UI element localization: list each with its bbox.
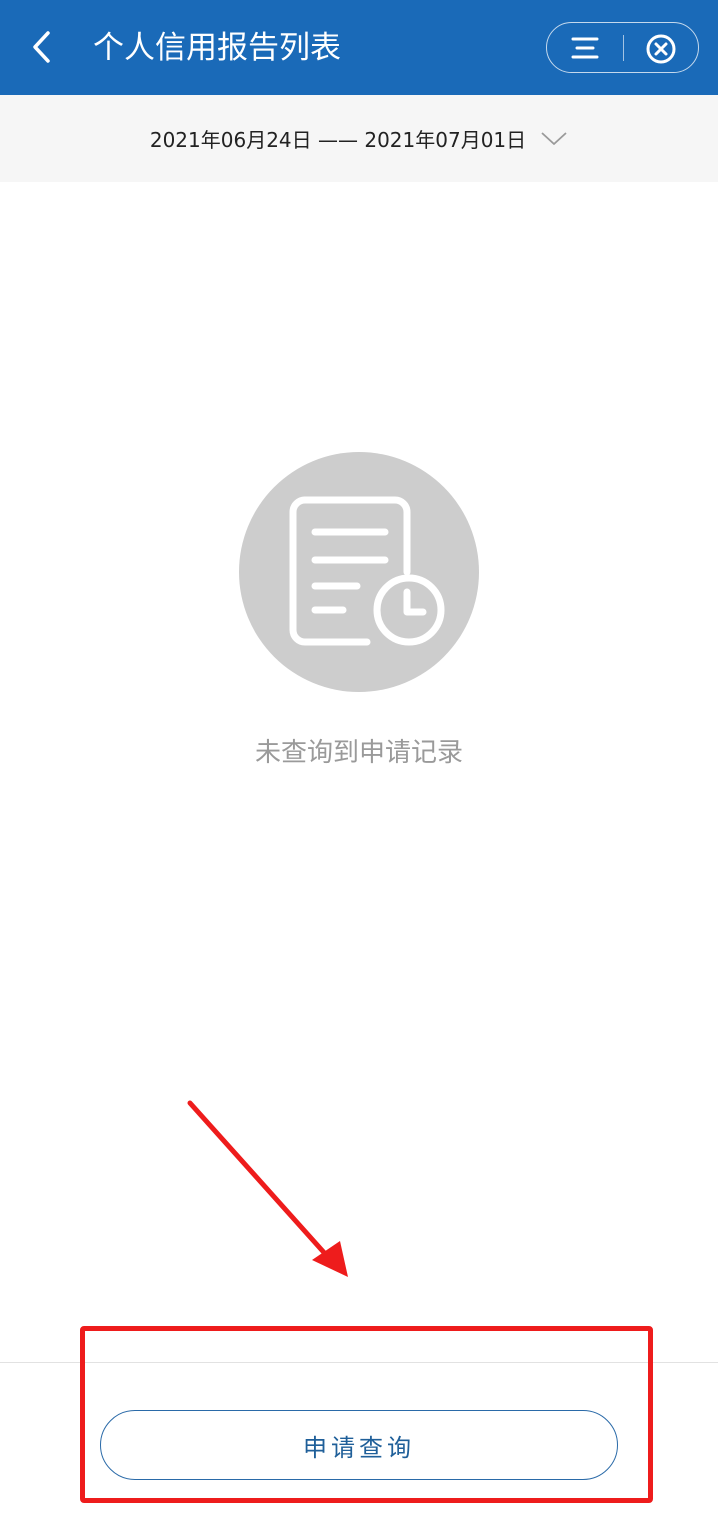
menu-button[interactable] xyxy=(565,32,605,64)
menu-icon xyxy=(571,37,599,59)
empty-state-illustration xyxy=(239,452,479,692)
chevron-left-icon xyxy=(33,31,50,63)
back-button[interactable] xyxy=(22,27,62,67)
capsule-divider xyxy=(623,35,624,61)
apply-query-button[interactable]: 申请查询 xyxy=(100,1410,618,1480)
top-app-bar: 个人信用报告列表 xyxy=(0,0,718,95)
date-range-text: 2021年06月24日 —— 2021年07月01日 xyxy=(149,128,527,152)
date-range-selector[interactable]: 2021年06月24日 —— 2021年07月01日 xyxy=(0,95,718,182)
close-circle-icon xyxy=(646,34,676,64)
annotation-arrow xyxy=(187,1100,348,1277)
mini-program-capsule xyxy=(546,22,699,73)
close-button[interactable] xyxy=(643,31,679,67)
document-clock-icon xyxy=(289,496,445,646)
empty-state-message: 未查询到申请记录 xyxy=(254,738,463,768)
chevron-down-icon xyxy=(541,131,567,145)
page-title: 个人信用报告列表 xyxy=(93,30,341,66)
